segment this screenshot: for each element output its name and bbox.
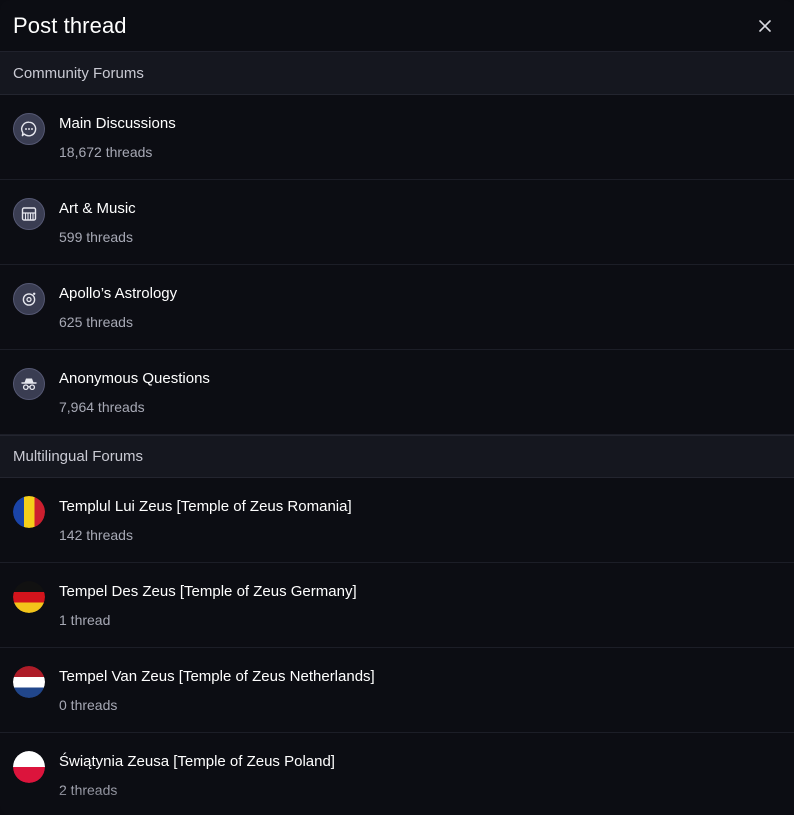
piano-icon bbox=[13, 198, 45, 230]
poland-flag-icon bbox=[13, 751, 45, 783]
thread-count: 142 threads bbox=[59, 527, 133, 543]
section-header-community-forums: Community Forums bbox=[0, 52, 794, 95]
thread-count: 0 threads bbox=[59, 697, 118, 713]
forum-item-germany[interactable]: Tempel Des Zeus [Temple of Zeus Germany]… bbox=[0, 563, 794, 648]
modal-header: Post thread bbox=[0, 0, 794, 52]
thread-count: 18,672 threads bbox=[59, 144, 153, 160]
modal-title: Post thread bbox=[13, 12, 127, 38]
forum-title: Art & Music bbox=[59, 200, 136, 217]
germany-flag-icon bbox=[13, 581, 45, 613]
close-button[interactable] bbox=[752, 13, 778, 39]
forum-item-apollos-astrology[interactable]: Apollo’s Astrology 625 threads bbox=[0, 265, 794, 350]
planet-icon bbox=[13, 283, 45, 315]
forum-title: Tempel Des Zeus [Temple of Zeus Germany] bbox=[59, 583, 357, 600]
forum-item-romania[interactable]: Templul Lui Zeus [Temple of Zeus Romania… bbox=[0, 478, 794, 563]
thread-count: 1 thread bbox=[59, 612, 111, 628]
forum-item-netherlands[interactable]: Tempel Van Zeus [Temple of Zeus Netherla… bbox=[0, 648, 794, 733]
thread-count: 599 threads bbox=[59, 229, 133, 245]
close-icon bbox=[759, 19, 771, 32]
forum-title: Anonymous Questions bbox=[59, 370, 210, 387]
post-thread-modal: Post thread Community Forums Main Discus… bbox=[0, 0, 794, 815]
forum-title: Apollo’s Astrology bbox=[59, 285, 178, 302]
forum-item-poland[interactable]: Świątynia Zeusa [Temple of Zeus Poland] … bbox=[0, 733, 794, 815]
chat-bubble-icon bbox=[13, 113, 45, 145]
netherlands-flag-icon bbox=[13, 666, 45, 698]
forum-title: Main Discussions bbox=[59, 115, 176, 132]
forum-item-art-music[interactable]: Art & Music 599 threads bbox=[0, 180, 794, 265]
forum-title: Świątynia Zeusa [Temple of Zeus Poland] bbox=[59, 753, 335, 770]
section-header-multilingual-forums: Multilingual Forums bbox=[0, 435, 794, 478]
thread-count: 625 threads bbox=[59, 314, 133, 330]
thread-count: 2 threads bbox=[59, 782, 118, 798]
forum-item-main-discussions[interactable]: Main Discussions 18,672 threads bbox=[0, 95, 794, 180]
thread-count: 7,964 threads bbox=[59, 399, 145, 415]
forum-title: Templul Lui Zeus [Temple of Zeus Romania… bbox=[59, 498, 352, 515]
incognito-icon bbox=[13, 368, 45, 400]
forum-item-anonymous-questions[interactable]: Anonymous Questions 7,964 threads bbox=[0, 350, 794, 435]
forum-title: Tempel Van Zeus [Temple of Zeus Netherla… bbox=[59, 668, 375, 685]
romania-flag-icon bbox=[13, 496, 45, 528]
